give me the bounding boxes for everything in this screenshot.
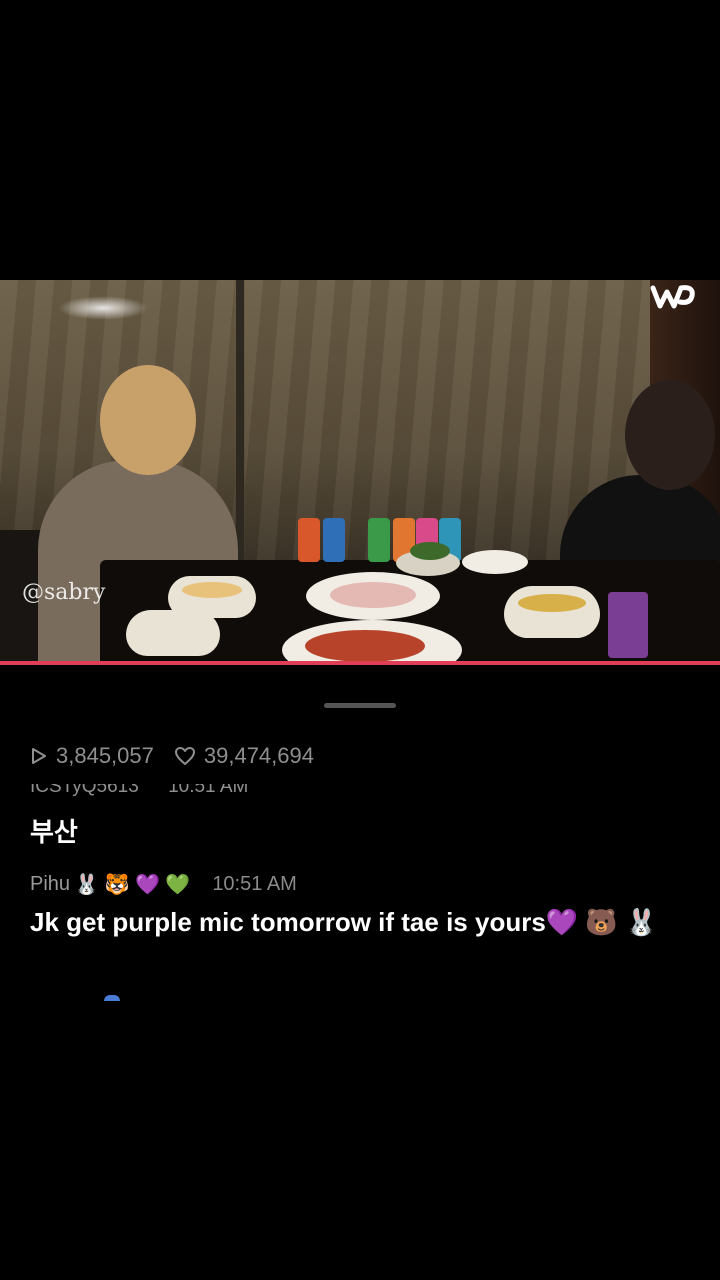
chat-item-cutoff-meta: ICSTyQ5613 10:51 AM (30, 784, 450, 804)
drink-can (298, 518, 320, 562)
like-count-value: 39,474,694 (203, 743, 314, 768)
heart-icon (174, 747, 195, 765)
watermark-handle: @sabry (22, 580, 106, 605)
curtain-pole (236, 280, 244, 580)
weverse-logo-icon (650, 285, 695, 309)
food (410, 542, 450, 560)
chat-user-emojis: 🐰 🐯 💜 💚 (74, 873, 191, 896)
food (518, 594, 586, 612)
food (330, 582, 416, 608)
drink-can (323, 518, 345, 562)
live-video-player[interactable]: @sabry (0, 280, 720, 662)
stats-bar: 3,845,057 39,474,694 (30, 741, 334, 771)
next-chat-avatar-edge (104, 995, 120, 1001)
drag-handle[interactable] (324, 703, 396, 708)
plate (462, 550, 528, 574)
person-left-head (100, 365, 196, 475)
chat-message: 부산 (30, 817, 78, 847)
chat-time: 10:51 AM (212, 872, 297, 895)
bowl (126, 610, 220, 656)
chat-time: 10:51 AM (168, 784, 249, 797)
chat-item: Pihu 🐰 🐯 💜 💚 10:51 AM Jk get purple mic … (30, 868, 700, 940)
chat-message: Jk get purple mic tomorrow if tae is you… (30, 907, 658, 937)
drink-can (368, 518, 390, 562)
chat-username: ICSTyQ5613 (30, 784, 139, 797)
play-count: 3,845,057 (30, 743, 154, 769)
food (182, 582, 242, 598)
food (305, 630, 425, 662)
person-right-head (625, 380, 715, 490)
chat-meta: Pihu 🐰 🐯 💜 💚 10:51 AM (30, 868, 700, 900)
video-progress-bar[interactable] (0, 661, 720, 665)
play-icon (32, 748, 46, 764)
chat-username: Pihu (30, 872, 71, 895)
drink-can (608, 592, 648, 658)
play-count-value: 3,845,057 (56, 743, 154, 768)
ceiling-lights (58, 296, 148, 320)
like-count: 39,474,694 (174, 743, 314, 769)
